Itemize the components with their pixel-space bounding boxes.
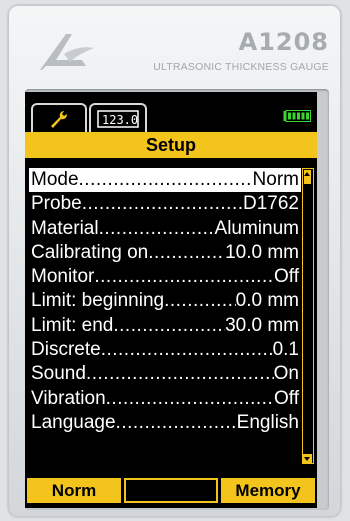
leader-dots — [106, 387, 274, 411]
softkey-middle[interactable] — [124, 478, 218, 503]
leader-dots — [113, 314, 225, 338]
leader-dots — [164, 289, 236, 313]
menu-item-value: D1762 — [243, 193, 299, 215]
lcd-screen: 123.0 Setup Mode Norm Probe D1762 Materia… — [25, 92, 317, 508]
menu-item-limit-beginning[interactable]: Limit: beginning 0.0 mm — [29, 289, 301, 313]
menu-item-label: Language — [31, 411, 116, 433]
settings-menu: Mode Norm Probe D1762 Material Aluminum Ca… — [29, 168, 301, 435]
leader-dots — [79, 168, 253, 192]
menu-item-value: 10.0 mm — [225, 241, 299, 263]
measure-icon-text: 123.0 — [102, 113, 138, 127]
softkey-left[interactable]: Norm — [27, 478, 121, 503]
menu-item-label: Discrete — [31, 339, 101, 361]
menu-item-label: Sound — [31, 363, 86, 385]
scrollbar[interactable] — [302, 168, 314, 464]
menu-item-calibrating[interactable]: Calibrating on 10.0 mm — [29, 241, 301, 265]
menu-item-label: Limit: end — [31, 314, 114, 336]
leader-dots — [101, 338, 273, 362]
tab-settings[interactable] — [31, 103, 87, 132]
menu-item-probe[interactable]: Probe D1762 — [29, 192, 301, 216]
leader-dots — [99, 217, 215, 241]
measurement-display-icon: 123.0 — [97, 109, 139, 128]
menu-item-label: Vibration — [31, 387, 106, 409]
softkey-bar: Norm Memory — [27, 478, 315, 503]
menu-item-sound[interactable]: Sound On — [29, 362, 301, 386]
leader-dots — [94, 265, 274, 289]
menu-item-limit-end[interactable]: Limit: end 30.0 mm — [29, 314, 301, 338]
menu-item-value: English — [236, 411, 299, 433]
scroll-up-arrow-icon[interactable] — [304, 170, 311, 178]
battery-icon — [283, 110, 311, 122]
menu-item-value: Off — [274, 387, 299, 409]
menu-item-discrete[interactable]: Discrete 0.1 — [29, 338, 301, 362]
menu-item-language[interactable]: Language English — [29, 411, 301, 435]
leader-dots — [86, 362, 274, 386]
menu-item-value: 0.0 mm — [235, 290, 299, 312]
menu-item-value: Off — [274, 266, 299, 288]
menu-item-label: Material — [31, 217, 99, 239]
menu-item-value: Aluminum — [214, 217, 299, 239]
menu-item-material[interactable]: Material Aluminum — [29, 217, 301, 241]
menu-item-monitor[interactable]: Monitor Off — [29, 265, 301, 289]
scroll-down-arrow-icon[interactable] — [303, 454, 312, 463]
menu-item-value: Norm — [252, 169, 299, 190]
menu-item-label: Monitor — [31, 266, 95, 288]
menu-item-label: Probe — [31, 193, 82, 215]
leader-dots — [82, 192, 243, 216]
tab-measure[interactable]: 123.0 — [89, 103, 147, 132]
menu-item-vibration[interactable]: Vibration Off — [29, 387, 301, 411]
softkey-right[interactable]: Memory — [221, 478, 315, 503]
menu-item-value: 30.0 mm — [225, 314, 299, 336]
model-label: A1208 — [238, 28, 329, 56]
menu-item-mode[interactable]: Mode Norm — [29, 168, 301, 193]
brand-logo-icon — [40, 34, 94, 70]
leader-dots — [116, 411, 237, 435]
menu-item-label: Mode — [31, 169, 79, 190]
leader-dots — [148, 241, 225, 265]
wrench-icon — [51, 110, 67, 128]
menu-item-value: On — [273, 363, 299, 385]
screen-title: Setup — [25, 132, 317, 158]
menu-item-value: 0.1 — [272, 339, 299, 361]
menu-item-label: Limit: beginning — [31, 290, 165, 312]
device-subtitle: ULTRASONIC THICKNESS GAUGE — [153, 61, 329, 73]
menu-item-label: Calibrating on — [31, 241, 149, 263]
